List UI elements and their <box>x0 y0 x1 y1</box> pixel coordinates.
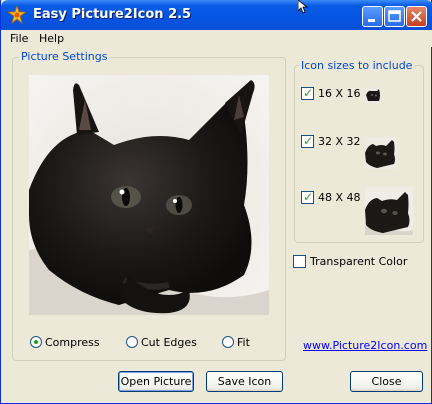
close-button[interactable]: Close <box>350 371 423 392</box>
app-logo-icon <box>8 6 26 24</box>
mouse-cursor-icon <box>298 0 308 14</box>
size-48-checkbox[interactable] <box>301 190 314 204</box>
open-picture-button[interactable]: Open Picture <box>118 371 194 392</box>
minimize-icon <box>368 19 375 22</box>
window-title: Easy Picture2Icon 2.5 <box>33 7 192 22</box>
size-16-checkbox[interactable] <box>301 86 314 100</box>
cut-edges-label[interactable]: Cut Edges <box>141 336 197 349</box>
fit-label[interactable]: Fit <box>237 336 250 349</box>
save-icon-button[interactable]: Save Icon <box>206 371 283 392</box>
menu-file[interactable]: File <box>10 32 28 45</box>
close-window-button[interactable] <box>406 6 427 27</box>
thumbnail-32-image <box>365 137 397 169</box>
picture-settings-title: Picture Settings <box>19 50 110 63</box>
picture-preview <box>29 75 269 315</box>
cut-edges-radio[interactable] <box>126 336 138 348</box>
size-16-label[interactable]: 16 X 16 <box>318 87 361 100</box>
thumbnail-48-image <box>365 187 413 235</box>
menu-bar: File Help <box>2 30 432 47</box>
title-bar[interactable]: Easy Picture2Icon 2.5 <box>1 0 432 30</box>
close-icon <box>411 11 422 22</box>
icon-sizes-title: Icon sizes to include <box>299 59 415 72</box>
menu-help[interactable]: Help <box>39 32 64 45</box>
website-link[interactable]: www.Picture2Icon.com <box>303 339 427 352</box>
maximize-icon <box>388 10 401 22</box>
size-32-checkbox[interactable] <box>301 134 314 148</box>
compress-radio[interactable] <box>30 336 42 348</box>
maximize-button[interactable] <box>384 6 405 27</box>
transparent-color-checkbox[interactable] <box>293 255 306 268</box>
cat-photo-image <box>29 75 269 315</box>
app-window: Easy Picture2Icon 2.5 File Help Picture … <box>0 0 432 404</box>
thumbnail-16-image <box>365 87 381 103</box>
minimize-button[interactable] <box>362 6 383 27</box>
transparent-color-label[interactable]: Transparent Color <box>310 255 407 268</box>
size-48-label[interactable]: 48 X 48 <box>318 191 361 204</box>
compress-label[interactable]: Compress <box>45 336 100 349</box>
size-32-label[interactable]: 32 X 32 <box>318 135 361 148</box>
fit-radio[interactable] <box>222 336 234 348</box>
